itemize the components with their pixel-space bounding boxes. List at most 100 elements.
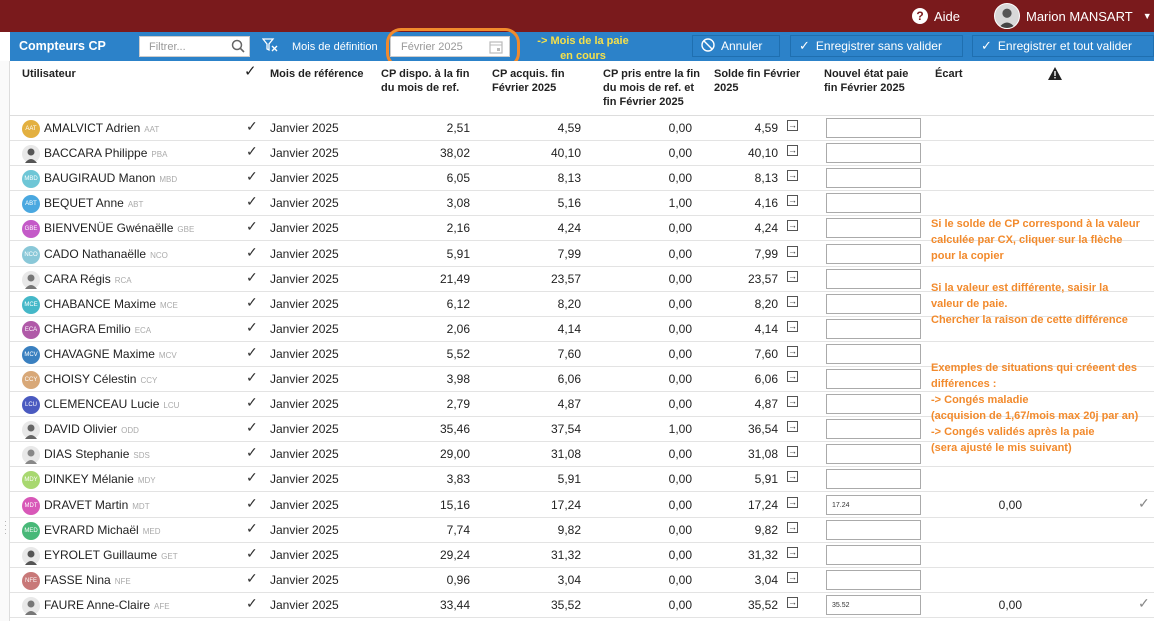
table-row[interactable]: MBD BAUGIRAUD Manon MBD ✓ Janvier 2025 6,05 8,…	[10, 166, 1154, 191]
nouvel-etat-input[interactable]	[826, 143, 921, 163]
validated-check-icon[interactable]: ✓	[246, 193, 258, 210]
copy-arrow-icon[interactable]: →	[787, 271, 798, 282]
nouvel-etat-input[interactable]	[826, 570, 921, 590]
mois-reference: Janvier 2025	[270, 598, 339, 612]
select-all-check-icon[interactable]: ✓	[244, 64, 257, 79]
table-row[interactable]: NFE FASSE Nina NFE ✓ Janvier 2025 0,96 3,04 0,0…	[10, 568, 1154, 593]
user-menu[interactable]: Marion MANSART ▼	[994, 2, 1152, 30]
validated-check-icon[interactable]: ✓	[246, 469, 258, 486]
col-cp-pris[interactable]: CP pris entre la fin du mois de ref. et …	[603, 67, 700, 109]
cp-dispo-value: 2,06	[446, 322, 470, 336]
col-nouvel-etat[interactable]: Nouvel état paie fin Février 2025	[824, 67, 908, 95]
nouvel-etat-input[interactable]	[826, 419, 921, 439]
validated-check-icon[interactable]: ✓	[246, 218, 258, 235]
row-validate-check-icon[interactable]: ✓	[1138, 495, 1150, 512]
copy-arrow-icon[interactable]: →	[787, 396, 798, 407]
validated-check-icon[interactable]: ✓	[246, 369, 258, 386]
table-row[interactable]: AAT AMALVICT Adrien AAT ✓ Janvier 2025 2,51 4,…	[10, 116, 1154, 141]
validated-check-icon[interactable]: ✓	[246, 294, 258, 311]
validated-check-icon[interactable]: ✓	[246, 269, 258, 286]
col-mois-reference[interactable]: Mois de référence	[270, 67, 364, 81]
col-cp-dispo[interactable]: CP dispo. à la fin du mois de ref.	[381, 67, 469, 95]
row-validate-check-icon[interactable]: ✓	[1138, 595, 1150, 612]
copy-arrow-icon[interactable]: →	[787, 145, 798, 156]
copy-arrow-icon[interactable]: →	[787, 446, 798, 457]
col-cp-acquis[interactable]: CP acquis. fin Février 2025	[492, 67, 565, 95]
cp-acquis-value: 8,13	[557, 171, 581, 185]
clear-filter-icon[interactable]	[261, 37, 278, 56]
mois-reference: Janvier 2025	[270, 372, 339, 386]
save-and-validate-all-button[interactable]: ✓ Enregistrer et tout valider	[972, 35, 1154, 57]
nouvel-etat-input[interactable]	[826, 369, 921, 389]
mois-reference: Janvier 2025	[270, 196, 339, 210]
validated-check-icon[interactable]: ✓	[246, 545, 258, 562]
resize-handle[interactable]: · · · ·	[4, 517, 7, 538]
nouvel-etat-input[interactable]	[826, 444, 921, 464]
validated-check-icon[interactable]: ✓	[246, 319, 258, 336]
user-name: CARA Régis RCA	[44, 272, 132, 286]
col-cp-acquis-line: Février 2025	[492, 82, 557, 94]
table-row[interactable]: FAURE Anne-Claire AFE ✓ Janvier 2025 33,44 35…	[10, 593, 1154, 618]
validated-check-icon[interactable]: ✓	[246, 344, 258, 361]
nouvel-etat-input[interactable]: 35.52	[826, 595, 921, 615]
col-utilisateur[interactable]: Utilisateur	[22, 67, 76, 81]
validated-check-icon[interactable]: ✓	[246, 118, 258, 135]
nouvel-etat-input[interactable]	[826, 118, 921, 138]
copy-arrow-icon[interactable]: →	[787, 220, 798, 231]
nouvel-etat-input[interactable]	[826, 344, 921, 364]
copy-arrow-icon[interactable]: →	[787, 195, 798, 206]
filter-input[interactable]: Filtrer...	[139, 36, 250, 57]
copy-arrow-icon[interactable]: →	[787, 421, 798, 432]
nouvel-etat-input[interactable]	[826, 269, 921, 289]
copy-arrow-icon[interactable]: →	[787, 170, 798, 181]
table-row[interactable]: BACCARA Philippe PBA ✓ Janvier 2025 38,02 40,…	[10, 141, 1154, 166]
table-row[interactable]: EYROLET Guillaume GET ✓ Janvier 2025 29,24 31…	[10, 543, 1154, 568]
table-row[interactable]: ABT BEQUET Anne ABT ✓ Janvier 2025 3,08 5,16 1,…	[10, 191, 1154, 216]
nouvel-etat-input[interactable]	[826, 545, 921, 565]
validated-check-icon[interactable]: ✓	[246, 244, 258, 261]
copy-arrow-icon[interactable]: →	[787, 497, 798, 508]
validated-check-icon[interactable]: ✓	[246, 495, 258, 512]
table-row[interactable]: MDY DINKEY Mélanie MDY ✓ Janvier 2025 3,83 5,9…	[10, 467, 1154, 492]
validated-check-icon[interactable]: ✓	[246, 419, 258, 436]
copy-arrow-icon[interactable]: →	[787, 321, 798, 332]
copy-arrow-icon[interactable]: →	[787, 120, 798, 131]
copy-arrow-icon[interactable]: →	[787, 522, 798, 533]
copy-arrow-icon[interactable]: →	[787, 246, 798, 257]
validated-check-icon[interactable]: ✓	[246, 168, 258, 185]
col-ecart[interactable]: Écart	[935, 67, 963, 81]
nouvel-etat-input[interactable]	[826, 244, 921, 264]
user-name: FASSE Nina NFE	[44, 573, 131, 587]
copy-arrow-icon[interactable]: →	[787, 547, 798, 558]
copy-arrow-icon[interactable]: →	[787, 346, 798, 357]
nouvel-etat-input[interactable]	[826, 319, 921, 339]
validated-check-icon[interactable]: ✓	[246, 143, 258, 160]
copy-arrow-icon[interactable]: →	[787, 597, 798, 608]
cp-pris-value: 0,00	[668, 247, 692, 261]
copy-arrow-icon[interactable]: →	[787, 572, 798, 583]
save-without-validate-button[interactable]: ✓ Enregistrer sans valider	[790, 35, 963, 57]
table-row[interactable]: MDT DRAVET Martin MDT ✓ Janvier 2025 15,16 17,…	[10, 493, 1154, 518]
validated-check-icon[interactable]: ✓	[246, 520, 258, 537]
nouvel-etat-input[interactable]	[826, 394, 921, 414]
nouvel-etat-input[interactable]	[826, 469, 921, 489]
validated-check-icon[interactable]: ✓	[246, 570, 258, 587]
validated-check-icon[interactable]: ✓	[246, 394, 258, 411]
copy-arrow-icon[interactable]: →	[787, 471, 798, 482]
annuler-button[interactable]: Annuler	[692, 35, 780, 57]
validated-check-icon[interactable]: ✓	[246, 444, 258, 461]
nouvel-etat-input[interactable]: 17.24	[826, 495, 921, 515]
col-solde[interactable]: Solde fin Février 2025	[714, 67, 800, 95]
note-line: -> Congés maladie	[931, 394, 1029, 406]
copy-arrow-icon[interactable]: →	[787, 296, 798, 307]
copy-arrow-icon[interactable]: →	[787, 371, 798, 382]
table-row[interactable]: MED EVRARD Michaël MED ✓ Janvier 2025 7,74 9,8…	[10, 518, 1154, 543]
nouvel-etat-input[interactable]	[826, 193, 921, 213]
help-link[interactable]: ? Aide	[912, 6, 960, 26]
nouvel-etat-input[interactable]	[826, 520, 921, 540]
nouvel-etat-input[interactable]	[826, 218, 921, 238]
cp-pris-value: 0,00	[668, 272, 692, 286]
nouvel-etat-input[interactable]	[826, 168, 921, 188]
validated-check-icon[interactable]: ✓	[246, 595, 258, 612]
nouvel-etat-input[interactable]	[826, 294, 921, 314]
